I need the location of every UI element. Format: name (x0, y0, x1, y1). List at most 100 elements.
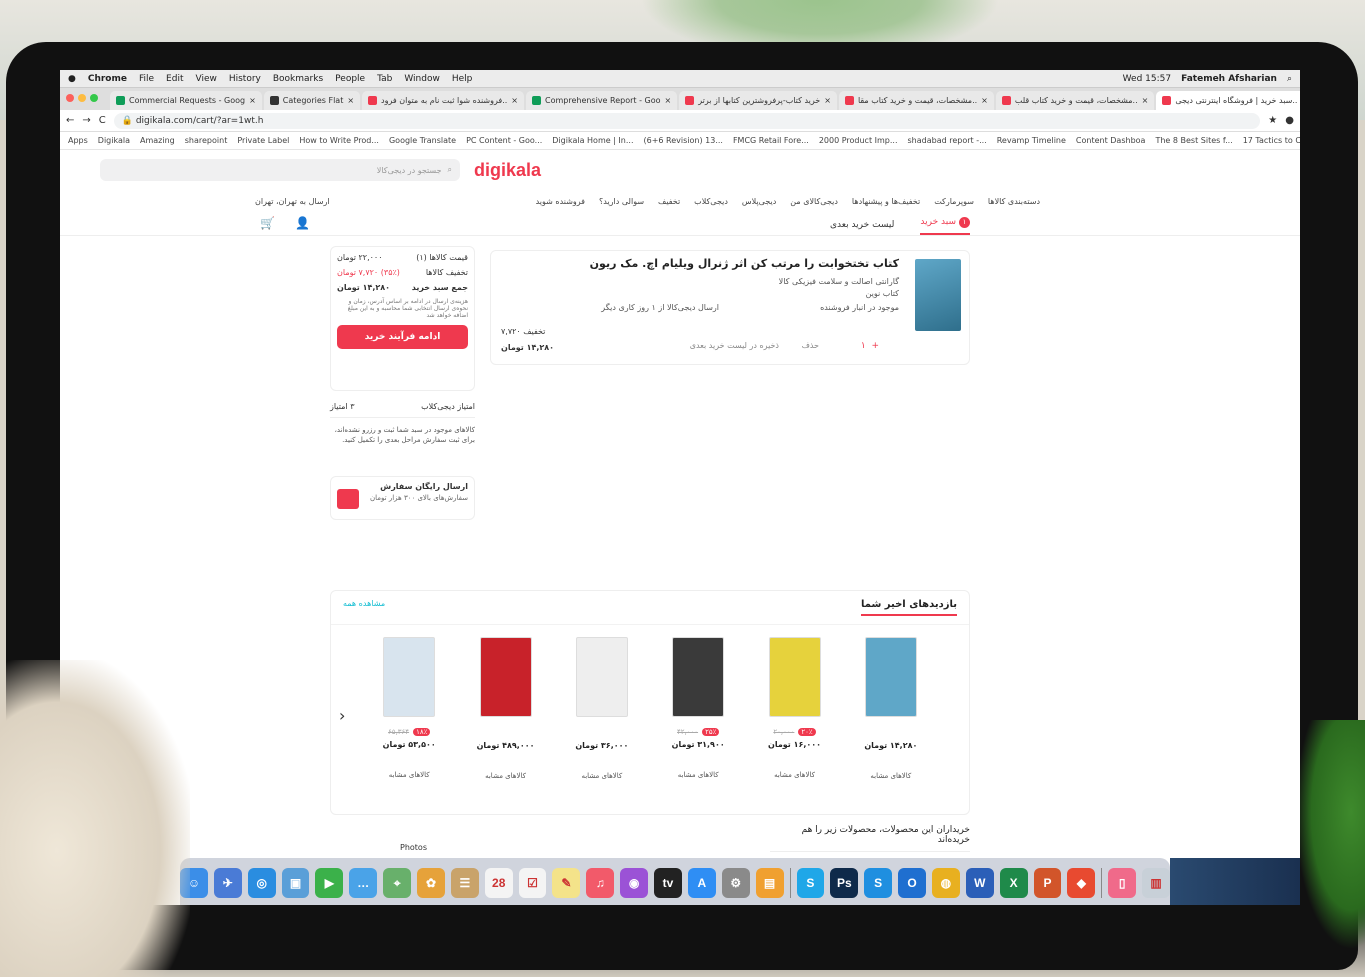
menu-view[interactable]: View (195, 74, 216, 84)
nav-item[interactable]: دسته‌بندی کالاها (988, 197, 1040, 206)
document-icon[interactable]: ▯ (1108, 868, 1137, 898)
tab-next-list[interactable]: لیست خرید بعدی (830, 220, 894, 235)
menu-edit[interactable]: Edit (166, 74, 183, 84)
similar-products-link[interactable]: کالاهای مشابه (846, 772, 936, 780)
product-thumbnail[interactable] (864, 637, 917, 717)
similar-products-link[interactable]: کالاهای مشابه (364, 771, 454, 779)
tab-close-icon[interactable]: × (981, 96, 988, 105)
menu-bookmarks[interactable]: Bookmarks (273, 74, 323, 84)
delete-button[interactable]: حذف (802, 341, 819, 350)
similar-products-link[interactable]: کالاهای مشابه (653, 771, 743, 779)
photos-icon[interactable]: ✿ (417, 868, 445, 898)
continue-checkout-button[interactable]: ادامه فرآیند خرید (337, 325, 468, 349)
tab-close-icon[interactable]: × (665, 96, 672, 105)
anydesk-icon[interactable]: ◆ (1067, 868, 1096, 898)
launchpad-icon[interactable]: ✈ (213, 868, 242, 898)
carousel-prev-icon[interactable]: ‹ (339, 706, 345, 725)
trash-icon[interactable]: ▥ (1142, 868, 1170, 898)
close-window-icon[interactable] (66, 94, 74, 102)
site-search-input[interactable]: ⌕ جستجو در دیجی‌کالا (100, 159, 460, 181)
similar-products-link[interactable]: کالاهای مشابه (750, 771, 840, 779)
recent-product-card[interactable]: ۱۴,۲۸۰ تومان کالاهای مشابه (846, 637, 936, 780)
menu-app-name[interactable]: Chrome (88, 74, 127, 84)
menu-tab[interactable]: Tab (377, 74, 392, 84)
reminders-icon[interactable]: ☑ (518, 868, 547, 898)
menu-help[interactable]: Help (452, 74, 473, 84)
product-thumbnail[interactable] (768, 637, 821, 717)
safari-icon[interactable]: ◎ (247, 868, 276, 898)
url-field[interactable]: 🔒 digikala.com/cart/?ar=1wt.h (113, 112, 1261, 129)
bookmark-item[interactable]: Google Translate (389, 136, 456, 145)
maps-icon[interactable]: ⌖ (383, 868, 412, 898)
digikala-logo[interactable]: digikala (474, 160, 541, 181)
recent-product-card[interactable]: ۴۸۹,۰۰۰ تومان کالاهای مشابه (461, 637, 551, 780)
forward-icon[interactable]: → (82, 115, 90, 126)
facetime-icon[interactable]: ▶ (315, 868, 344, 898)
menu-people[interactable]: People (335, 74, 365, 84)
bookmark-item[interactable]: 2000 Product Imp... (819, 136, 898, 145)
skype-business-icon[interactable]: S (864, 868, 893, 898)
product-seller[interactable]: کتاب نوین (866, 289, 899, 298)
browser-tab[interactable]: مشخصات، قیمت و خرید کتاب قلب.. × (995, 91, 1155, 110)
bookmark-item[interactable]: How to Write Prod... (299, 136, 379, 145)
messages-icon[interactable]: … (349, 868, 378, 898)
nav-item[interactable]: دیجی‌کلاب (694, 197, 728, 206)
product-thumbnail[interactable] (479, 637, 532, 717)
bookmark-item[interactable]: 17 Tactics to Creat... (1243, 136, 1300, 145)
skype-icon[interactable]: S (796, 868, 825, 898)
recent-product-card[interactable]: ۱۸٪۶۵,۳۶۴ ۵۳,۵۰۰ تومان کالاهای مشابه (364, 637, 454, 780)
settings-icon[interactable]: ⚙ (721, 868, 750, 898)
see-all-link[interactable]: مشاهده همه (343, 599, 385, 616)
minimize-window-icon[interactable] (78, 94, 86, 102)
menu-file[interactable]: File (139, 74, 154, 84)
tab-close-icon[interactable]: × (1142, 96, 1149, 105)
club-points-label[interactable]: امتیاز دیجی‌کلاب (421, 402, 475, 411)
similar-products-link[interactable]: کالاهای مشابه (557, 772, 647, 780)
powerpoint-icon[interactable]: P (1033, 868, 1062, 898)
product-thumbnail[interactable] (383, 637, 436, 717)
nav-item[interactable]: تخفیف (658, 197, 680, 206)
bookmark-item[interactable]: Amazing (140, 136, 175, 145)
menu-history[interactable]: History (229, 74, 261, 84)
nav-item[interactable]: تخفیف‌ها و پیشنهادها (852, 197, 920, 206)
bookmark-item[interactable]: sharepoint (185, 136, 228, 145)
podcasts-icon[interactable]: ◉ (620, 868, 649, 898)
user-name[interactable]: Fatemeh Afsharian (1181, 74, 1277, 84)
back-icon[interactable]: ← (66, 115, 74, 126)
browser-tab[interactable]: Comprehensive Report - Goo × (525, 91, 678, 110)
similar-products-link[interactable]: کالاهای مشابه (461, 772, 551, 780)
apple-icon[interactable]: ● (68, 74, 76, 84)
browser-tab[interactable]: فروشنده شوا ثبت نام به متوان فرود.. × (362, 91, 524, 110)
bookmark-item[interactable]: Digikala (98, 136, 130, 145)
photoshop-icon[interactable]: Ps (830, 868, 859, 898)
bookmark-item[interactable]: shadabad report -... (908, 136, 987, 145)
bookmark-item[interactable]: Content Dashboa (1076, 136, 1146, 145)
browser-tab[interactable]: مشخصات، قیمت و خرید کتاب مقا.. × (838, 91, 994, 110)
preview-icon[interactable]: ▣ (281, 868, 310, 898)
bookmark-item[interactable]: Apps (68, 136, 88, 145)
tab-close-icon[interactable]: × (249, 96, 256, 105)
spotlight-icon[interactable]: ⌕ (1287, 74, 1292, 84)
books-icon[interactable]: ▤ (755, 868, 784, 898)
browser-tab[interactable]: خرید کتاب-پرفروشترین کتابها از برتر × (679, 91, 837, 110)
user-account-icon[interactable]: 👤 (295, 216, 310, 230)
bookmark-item[interactable]: The 8 Best Sites f... (1155, 136, 1232, 145)
browser-tab[interactable]: سبد خرید | فروشگاه اینترنتی دیجی..× (1156, 91, 1300, 110)
tab-close-icon[interactable]: × (824, 96, 831, 105)
bookmark-item[interactable]: (6+6 Revision) 13... (644, 136, 723, 145)
quantity-stepper[interactable]: + ۱ (861, 341, 879, 351)
clock[interactable]: Wed 15:57 (1123, 74, 1171, 84)
product-image[interactable] (915, 259, 961, 331)
music-icon[interactable]: ♫ (586, 868, 615, 898)
excel-icon[interactable]: X (999, 868, 1028, 898)
browser-tab[interactable]: Categories Flat × (263, 91, 361, 110)
maximize-window-icon[interactable] (90, 94, 98, 102)
bookmark-item[interactable]: FMCG Retail Fore... (733, 136, 809, 145)
word-icon[interactable]: W (965, 868, 994, 898)
calendar-icon[interactable]: 28 (484, 868, 513, 898)
product-thumbnail[interactable] (672, 637, 725, 717)
extension-icon[interactable]: ★ (1268, 115, 1277, 126)
profile-icon[interactable]: ● (1285, 115, 1294, 126)
ship-to-location[interactable]: ارسال به تهران، تهران (255, 197, 330, 206)
tab-cart[interactable]: ۱سبد خرید (920, 217, 970, 235)
